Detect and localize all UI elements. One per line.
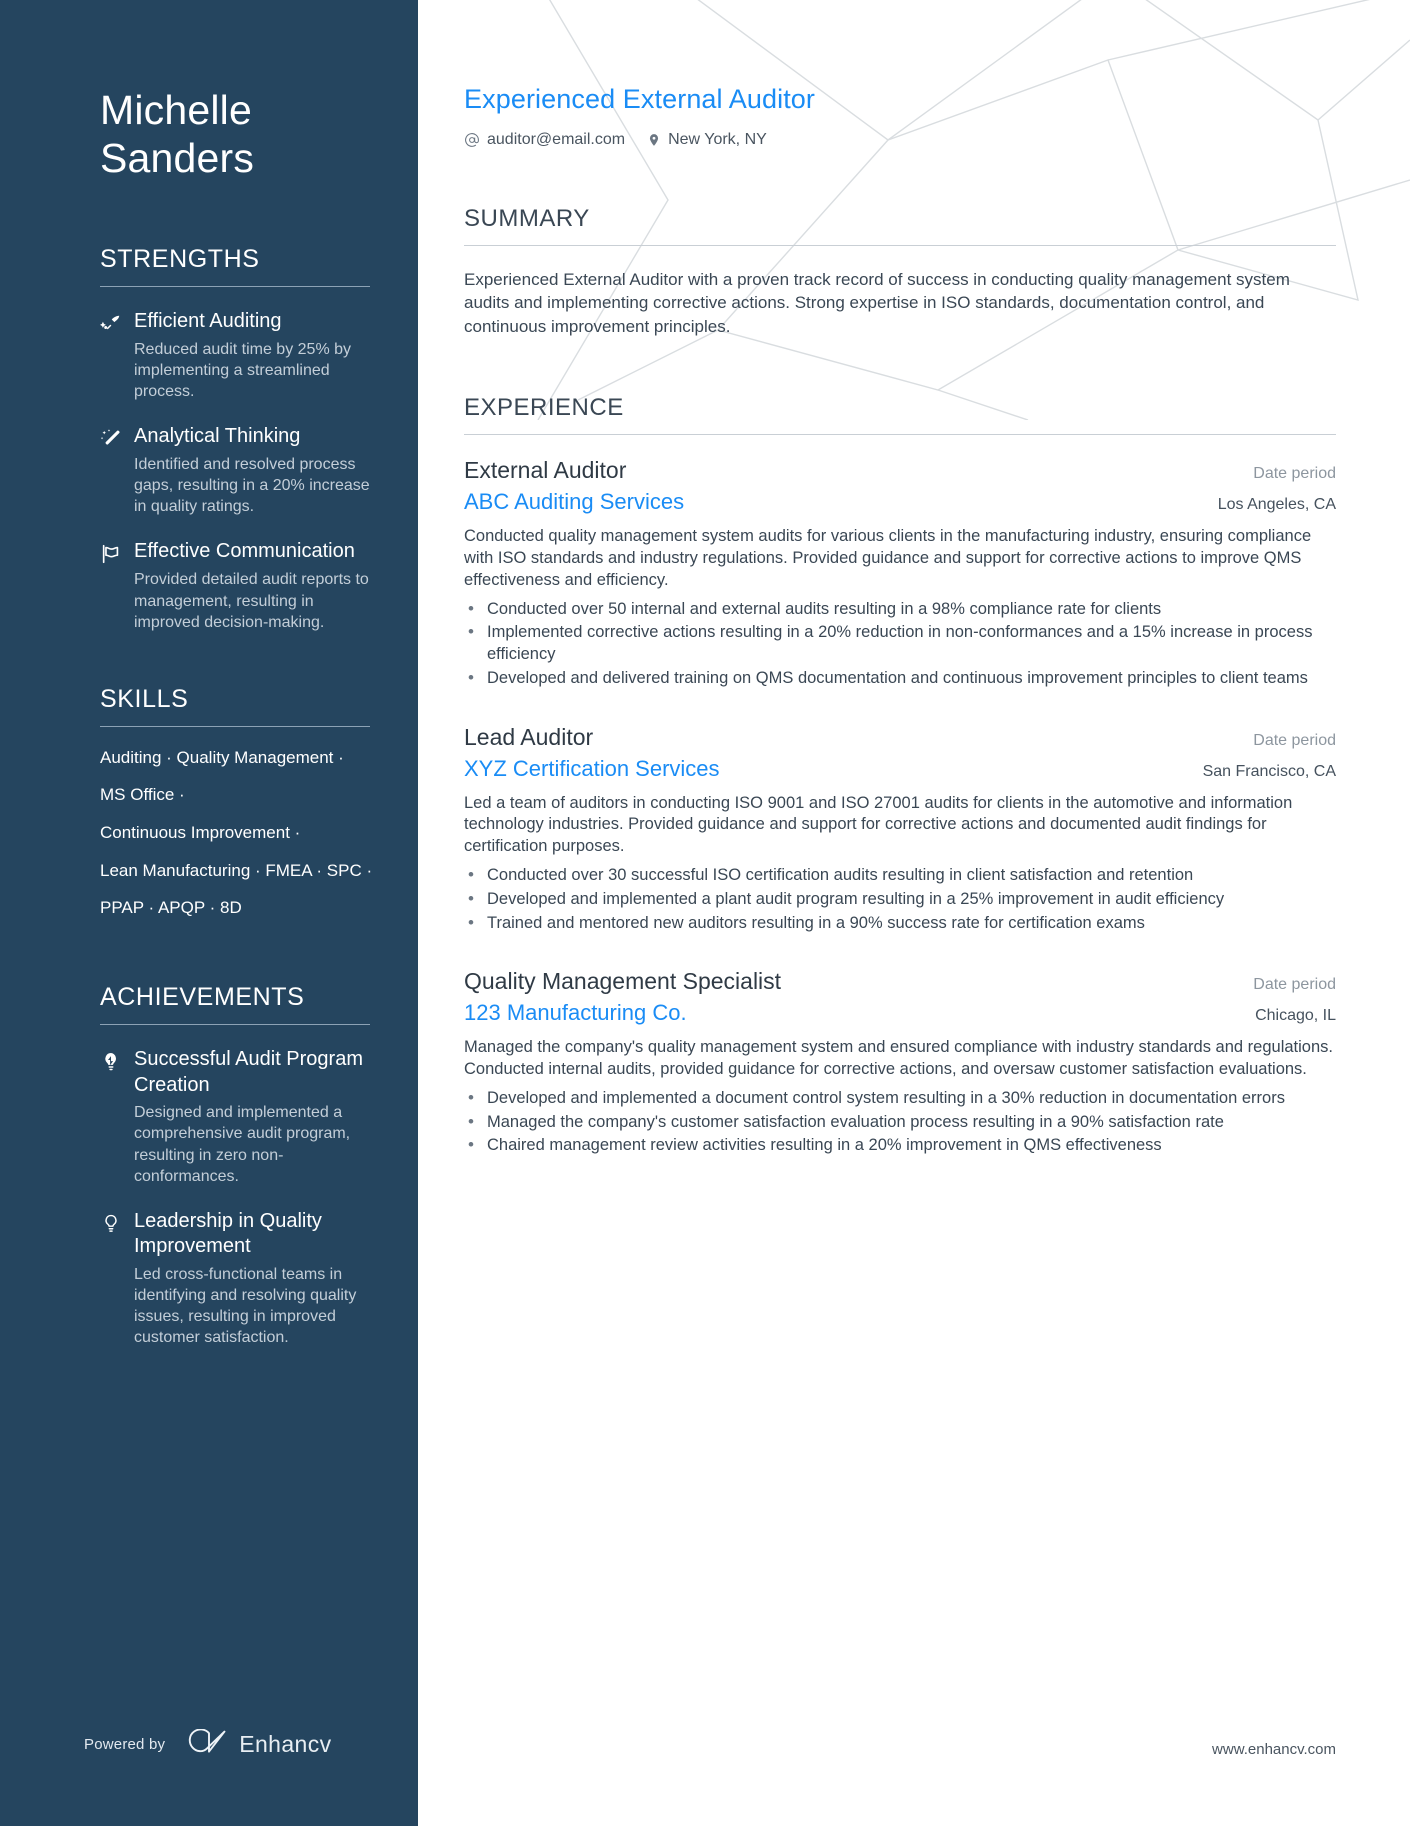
job-description: Managed the company's quality management… xyxy=(464,1038,1333,1079)
enhancv-footer-brand: Powered by Enhancv xyxy=(84,1728,332,1760)
enhancv-infinity-icon xyxy=(187,1728,229,1760)
job-bullet: Developed and delivered training on QMS … xyxy=(464,667,1336,690)
skill-line: Auditing · Quality Management · xyxy=(100,747,344,767)
job-bullet: Trained and mentored new auditors result… xyxy=(464,912,1336,935)
job-bullet: Conducted over 30 successful ISO certifi… xyxy=(464,864,1336,887)
contact-email[interactable]: auditor@email.com xyxy=(464,131,625,149)
job-bullets: Conducted over 50 internal and external … xyxy=(464,598,1336,690)
job-company[interactable]: ABC Auditing Services xyxy=(464,489,684,515)
job-position: Lead Auditor xyxy=(464,723,594,750)
skill-line: Continuous Improvement · xyxy=(100,823,301,843)
name-last: Sanders xyxy=(100,135,255,182)
job-company[interactable]: XYZ Certification Services xyxy=(464,756,720,782)
job-bullet: Chaired management review activities res… xyxy=(464,1134,1336,1157)
experience-section: EXPERIENCE External Auditor Date period … xyxy=(464,394,1336,1157)
job-date: Date period xyxy=(1253,465,1336,483)
site-url[interactable]: www.enhancv.com xyxy=(1212,1741,1336,1758)
skills-section: SKILLS Auditing · Quality Management · M… xyxy=(100,684,373,918)
skills-list: Auditing · Quality Management · MS Offic… xyxy=(100,747,373,918)
summary-heading: SUMMARY xyxy=(464,205,590,232)
divider xyxy=(100,285,370,287)
achievement-item: Leadership in Quality Improvement Led cr… xyxy=(100,1209,370,1349)
flag-icon xyxy=(100,543,122,565)
brandmark: Enhancv xyxy=(187,1728,332,1760)
strengths-section: STRENGTHS Efficient Auditing Reduced aud… xyxy=(100,245,370,633)
strength-title: Efficient Auditing xyxy=(134,309,282,332)
brand-name: Enhancv xyxy=(239,1731,332,1757)
achievement-title: Successful Audit Program Creation xyxy=(134,1048,363,1096)
job-location: Chicago, IL xyxy=(1255,1007,1336,1025)
sidebar: Michelle Sanders STRENGTHS Efficient Aud… xyxy=(0,0,418,1826)
job-position: External Auditor xyxy=(464,457,627,484)
strength-item: Effective Communication Provided detaile… xyxy=(100,539,370,632)
divider xyxy=(100,1024,370,1026)
divider xyxy=(100,725,370,727)
job-company[interactable]: 123 Manufacturing Co. xyxy=(464,1000,687,1026)
job-bullet: Implemented corrective actions resulting… xyxy=(464,621,1336,666)
job-position: Quality Management Specialist xyxy=(464,968,782,995)
job-bullets: Developed and implemented a document con… xyxy=(464,1087,1336,1157)
summary-section: SUMMARY Experienced External Auditor wit… xyxy=(464,205,1336,338)
magic-wand-icon xyxy=(100,428,122,450)
strengths-heading: STRENGTHS xyxy=(100,244,260,273)
skill-line: MS Office · xyxy=(100,785,185,805)
powered-by-label: Powered by xyxy=(84,1736,166,1753)
achievement-desc: Led cross-functional teams in identifyin… xyxy=(134,1265,357,1347)
contact-location-value: New York, NY xyxy=(668,131,767,148)
job-bullet: Developed and implemented a plant audit … xyxy=(464,888,1336,911)
name-first: Michelle xyxy=(100,87,252,133)
main-content: Experienced External Auditor auditor@ema… xyxy=(418,0,1410,1826)
at-sign-icon xyxy=(464,132,480,148)
strength-item: Analytical Thinking Identified and resol… xyxy=(100,424,370,517)
job-bullets: Conducted over 30 successful ISO certifi… xyxy=(464,864,1336,935)
lightbulb-outline-icon xyxy=(100,1213,122,1235)
skill-line: PPAP · APQP · 8D xyxy=(100,898,242,918)
skills-heading: SKILLS xyxy=(100,684,189,713)
strength-desc: Identified and resolved process gaps, re… xyxy=(134,456,370,516)
job-location: Los Angeles, CA xyxy=(1217,496,1336,514)
summary-text: Experienced External Auditor with a prov… xyxy=(464,270,1290,336)
strength-desc: Reduced audit time by 25% by implementin… xyxy=(134,340,352,400)
achievement-title: Leadership in Quality Improvement xyxy=(134,1209,322,1258)
achievement-item: Successful Audit Program Creation Design… xyxy=(100,1047,370,1187)
skill-line: Lean Manufacturing · FMEA · SPC · xyxy=(100,860,373,880)
experience-entry: Lead Auditor Date period XYZ Certificati… xyxy=(464,724,1336,935)
job-description: Led a team of auditors in conducting ISO… xyxy=(464,793,1293,856)
map-pin-icon xyxy=(647,132,661,148)
job-location: San Francisco, CA xyxy=(1202,762,1336,780)
job-bullet: Developed and implemented a document con… xyxy=(464,1087,1336,1110)
strength-desc: Provided detailed audit reports to manag… xyxy=(134,571,369,631)
contact-email-value: auditor@email.com xyxy=(487,131,626,148)
job-date: Date period xyxy=(1253,731,1336,749)
strength-title: Effective Communication xyxy=(134,540,355,563)
job-description: Conducted quality management system audi… xyxy=(464,527,1312,589)
divider xyxy=(464,245,1336,246)
job-date: Date period xyxy=(1253,976,1336,994)
achievements-heading: ACHIEVEMENTS xyxy=(100,983,305,1012)
experience-entry: External Auditor Date period ABC Auditin… xyxy=(464,457,1336,689)
experience-heading: EXPERIENCE xyxy=(464,394,624,422)
job-bullet: Managed the company's customer satisfact… xyxy=(464,1111,1336,1134)
contact-location: New York, NY xyxy=(647,131,767,149)
strength-title: Analytical Thinking xyxy=(134,425,301,448)
achievements-section: ACHIEVEMENTS Successful Audit Program Cr… xyxy=(100,983,370,1348)
job-bullet: Conducted over 50 internal and external … xyxy=(464,598,1336,621)
strength-item: Efficient Auditing Reduced audit time by… xyxy=(100,309,370,402)
rocket-trend-icon xyxy=(100,313,122,335)
lightbulb-filled-icon xyxy=(100,1051,122,1073)
candidate-name: Michelle Sanders xyxy=(100,86,370,183)
headline: Experienced External Auditor xyxy=(464,84,816,114)
contact-row: auditor@email.com New York, NY xyxy=(464,131,1336,149)
divider xyxy=(464,434,1336,436)
achievement-desc: Designed and implemented a comprehensive… xyxy=(134,1104,351,1185)
experience-entry: Quality Management Specialist Date perio… xyxy=(464,968,1336,1157)
resume-page: Michelle Sanders STRENGTHS Efficient Aud… xyxy=(0,0,1410,1826)
